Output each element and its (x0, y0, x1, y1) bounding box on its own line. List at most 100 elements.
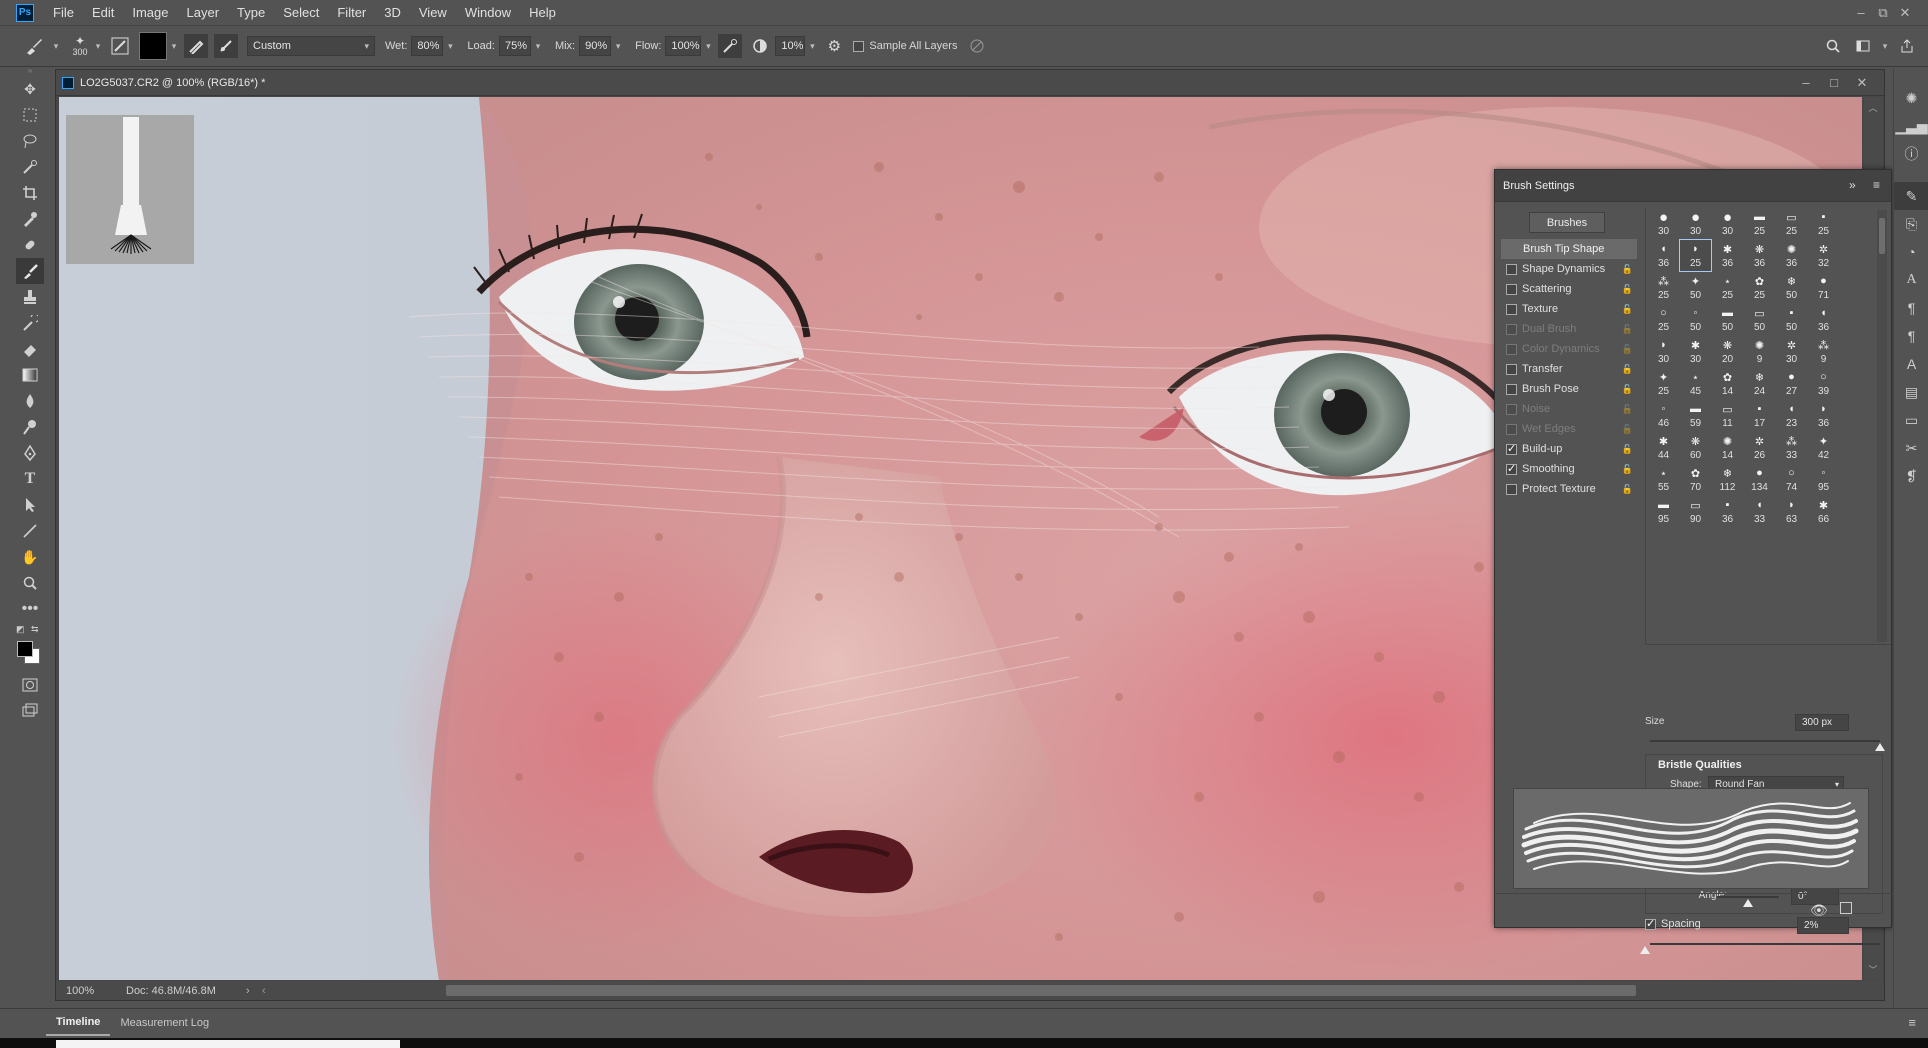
brush-settings-icon[interactable]: ✎ (1894, 182, 1928, 210)
horizontal-scrollbar[interactable] (276, 985, 1864, 996)
brush-option-color-dynamics[interactable]: Color Dynamics 🔓 (1501, 339, 1637, 359)
brush-preset[interactable]: ◖ 36 (1648, 240, 1679, 271)
brush-preset[interactable]: ❄ 50 (1776, 272, 1807, 303)
brush-preset[interactable]: ● 134 (1744, 464, 1775, 495)
quick-mask-icon[interactable] (16, 672, 44, 698)
lock-icon[interactable]: 🔓 (1622, 323, 1633, 336)
brush-preset[interactable]: ◖ 36 (1808, 304, 1839, 335)
brush-preset[interactable]: ◦ 50 (1680, 304, 1711, 335)
libraries-icon[interactable]: ❡ (1894, 462, 1928, 490)
hand-tool-icon[interactable]: ✋ (16, 544, 44, 570)
clone-source-icon[interactable]: ⎘ (1894, 210, 1928, 238)
brush-preset[interactable]: ✺ 36 (1776, 240, 1807, 271)
search-icon[interactable] (1821, 34, 1845, 58)
navigator-icon[interactable]: ✺ (1894, 84, 1928, 112)
brush-settings-header[interactable]: Brush Settings » ≡ (1495, 170, 1891, 202)
lock-icon[interactable]: 🔓 (1622, 463, 1633, 476)
brush-preset[interactable]: ● 71 (1808, 272, 1839, 303)
brush-preset[interactable]: ◦ 46 (1648, 400, 1679, 431)
brush-preset[interactable]: ○ 25 (1648, 304, 1679, 335)
spacing-slider-track[interactable] (1650, 943, 1880, 945)
eraser-tool-icon[interactable] (16, 336, 44, 362)
brush-preset[interactable]: ✦ 42 (1808, 432, 1839, 463)
brush-option-shape-dynamics[interactable]: Shape Dynamics 🔓 (1501, 259, 1637, 279)
brush-preset[interactable]: ⋆ 55 (1648, 464, 1679, 495)
menu-layer[interactable]: Layer (178, 0, 229, 25)
tab-timeline[interactable]: Timeline (46, 1010, 111, 1036)
spacing-slider-knob[interactable] (1640, 946, 1650, 954)
option-checkbox[interactable] (1506, 423, 1517, 435)
gradient-tool-icon[interactable] (16, 362, 44, 388)
lock-icon[interactable]: 🔓 (1622, 423, 1633, 436)
tool-preset-dropdown[interactable]: ▾ (49, 41, 63, 52)
brush-preset[interactable]: ◗ 63 (1776, 496, 1807, 527)
load-dropdown[interactable]: ▾ (531, 41, 545, 52)
histogram-icon[interactable]: ▁▃▅ (1894, 112, 1928, 140)
brush-preset[interactable]: ○ 74 (1776, 464, 1807, 495)
brush-preset[interactable]: ⁂ 25 (1648, 272, 1679, 303)
size-slider-knob[interactable] (1875, 743, 1885, 751)
menu-type[interactable]: Type (228, 0, 274, 25)
app-minimize-button[interactable]: – (1850, 5, 1872, 21)
document-close-button[interactable]: ✕ (1848, 75, 1876, 91)
brush-preset[interactable]: ✿ 14 (1712, 368, 1743, 399)
option-checkbox[interactable] (1506, 303, 1517, 315)
collapse-panel-icon[interactable]: » (1849, 178, 1856, 192)
healing-brush-tool-icon[interactable] (16, 232, 44, 258)
scroll-down-icon[interactable]: ﹀ (1864, 963, 1882, 976)
tool-presets-icon[interactable]: ✂ (1894, 434, 1928, 462)
lock-icon[interactable]: 🔓 (1622, 443, 1633, 456)
pressure-size-icon[interactable] (965, 34, 989, 58)
clean-brush-after-stroke-icon[interactable] (214, 34, 238, 58)
menu-help[interactable]: Help (520, 0, 565, 25)
sample-all-layers-checkbox[interactable]: Sample All Layers (853, 40, 957, 52)
foreground-color-swatch[interactable] (17, 641, 33, 657)
panel-menu-icon[interactable]: ≡ (1873, 178, 1880, 192)
document-minimize-button[interactable]: – (1792, 75, 1820, 91)
menu-window[interactable]: Window (456, 0, 520, 25)
brush-preset[interactable]: ○ 39 (1808, 368, 1839, 399)
menu-edit[interactable]: Edit (83, 0, 123, 25)
brush-preset[interactable]: ▬ 25 (1744, 208, 1775, 239)
option-checkbox[interactable] (1506, 403, 1517, 415)
brush-preset[interactable]: ● 27 (1776, 368, 1807, 399)
load-brush-after-stroke-icon[interactable] (184, 34, 208, 58)
brush-preset[interactable]: ⁂ 33 (1776, 432, 1807, 463)
bottom-panel-menu-icon[interactable]: ≡ (1908, 1015, 1916, 1030)
menu-filter[interactable]: Filter (328, 0, 375, 25)
menu-image[interactable]: Image (123, 0, 177, 25)
brush-option-brush-pose[interactable]: Brush Pose 🔓 (1501, 379, 1637, 399)
brush-preset[interactable]: ◗ 25 (1679, 239, 1712, 272)
doc-size-info[interactable]: Doc: 46.8M/46.8M (116, 985, 246, 997)
brush-preset[interactable]: ✿ 70 (1680, 464, 1711, 495)
document-maximize-button[interactable]: □ (1820, 75, 1848, 91)
brush-preset[interactable]: ⋆ 45 (1680, 368, 1711, 399)
paragraph-styles-icon[interactable]: ¶ (1894, 322, 1928, 350)
brush-option-transfer[interactable]: Transfer 🔓 (1501, 359, 1637, 379)
flow-field[interactable]: 100% (665, 36, 702, 56)
zoom-level[interactable]: 100% (56, 985, 116, 997)
hscroll-left-icon[interactable]: ‹ (262, 985, 276, 997)
brush-preset[interactable]: ▬ 95 (1648, 496, 1679, 527)
menu-view[interactable]: View (410, 0, 456, 25)
brush-preset[interactable]: ✱ 36 (1712, 240, 1743, 271)
presets-scrollbar[interactable] (1877, 210, 1887, 642)
menu-select[interactable]: Select (274, 0, 328, 25)
option-checkbox[interactable] (1506, 323, 1517, 335)
airbrush-icon[interactable] (718, 34, 743, 58)
status-menu-arrow-icon[interactable]: › (246, 985, 262, 997)
lock-icon[interactable]: 🔓 (1622, 343, 1633, 356)
crop-tool-icon[interactable] (16, 180, 44, 206)
rectangular-marquee-tool-icon[interactable] (16, 102, 44, 128)
notes-icon[interactable]: ▭ (1894, 406, 1928, 434)
mixer-brush-tool-icon[interactable] (16, 258, 44, 284)
character-styles-icon[interactable]: A (1894, 350, 1928, 378)
size-slider-track[interactable] (1650, 740, 1880, 742)
glyphs-icon[interactable]: ▤ (1894, 378, 1928, 406)
horizontal-scroll-thumb[interactable] (446, 985, 1636, 996)
brush-preset[interactable]: ▪ 25 (1808, 208, 1839, 239)
brush-preset[interactable]: ◦ 95 (1808, 464, 1839, 495)
brush-preset[interactable]: ✺ 9 (1744, 336, 1775, 367)
toggle-live-tip-preview-icon[interactable]: 👁 (1810, 902, 1828, 919)
type-tool-icon[interactable]: T (16, 466, 44, 492)
